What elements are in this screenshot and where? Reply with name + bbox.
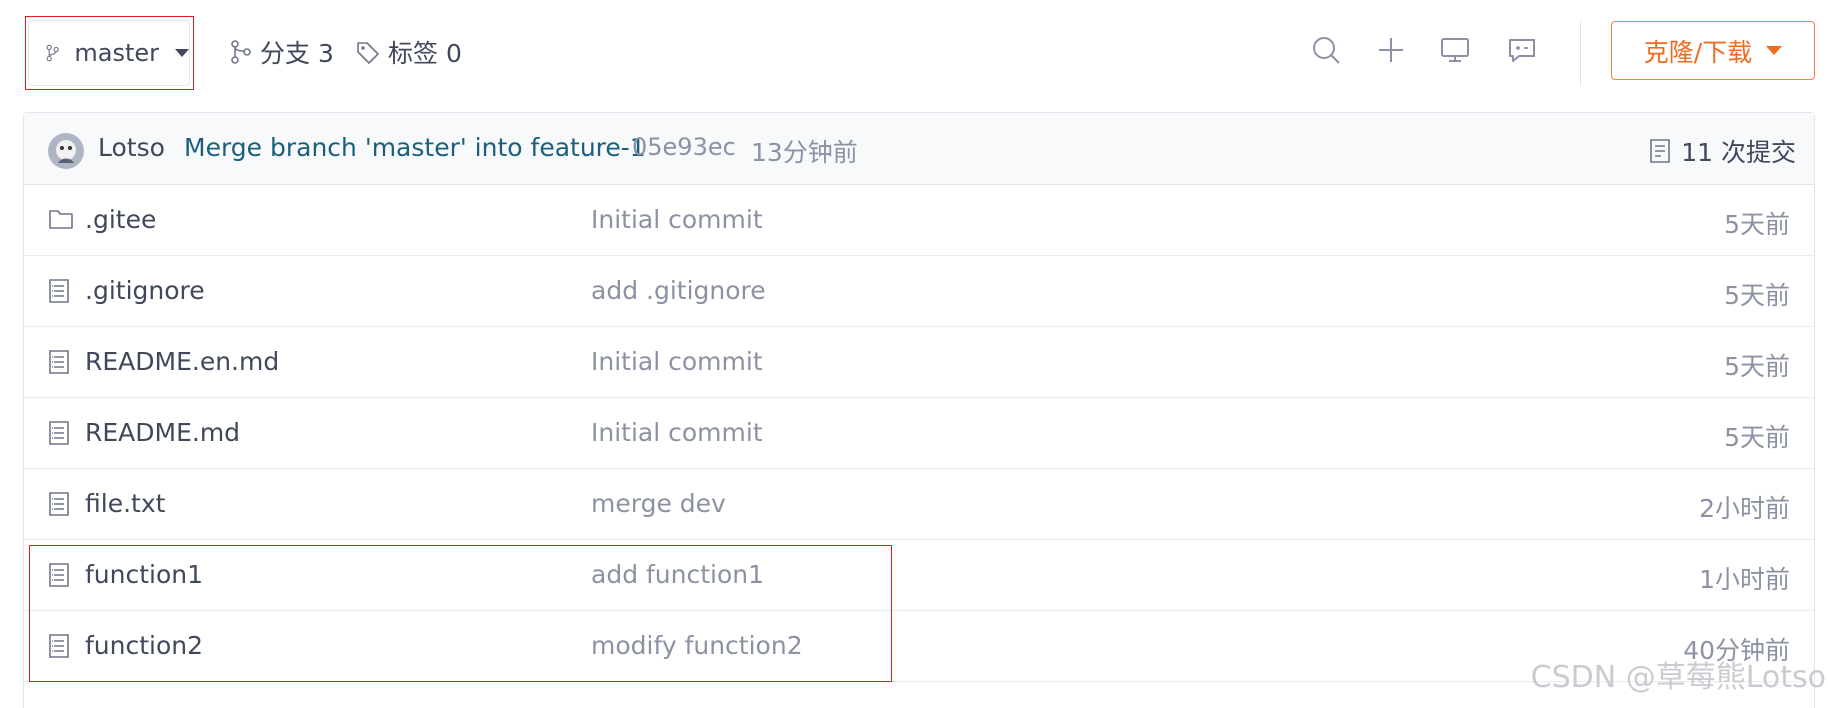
- file-commit-message[interactable]: add function1: [591, 560, 764, 589]
- watermark: CSDN @草莓熊Lotso: [1530, 660, 1826, 695]
- avatar[interactable]: [48, 133, 84, 169]
- file-commit-time: 5天前: [1724, 352, 1790, 381]
- file-commit-message[interactable]: Initial commit: [591, 347, 763, 376]
- file-commit-time: 5天前: [1724, 210, 1790, 239]
- folder-icon: [48, 207, 74, 233]
- monitor-icon[interactable]: [1437, 32, 1473, 68]
- file-icon: [48, 562, 74, 588]
- search-icon[interactable]: [1308, 32, 1344, 68]
- tag-icon: [357, 42, 379, 64]
- commit-hash[interactable]: 05e93ec: [632, 133, 736, 161]
- file-name-link[interactable]: function2: [85, 631, 203, 660]
- commit-time: 13分钟前: [751, 138, 858, 167]
- file-list-panel: Lotso Merge branch 'master' into feature…: [23, 112, 1815, 708]
- commit-message-link[interactable]: Merge branch 'master' into feature-1: [184, 133, 646, 162]
- clone-label: 克隆/下载: [1643, 37, 1753, 67]
- file-commit-time: 5天前: [1724, 423, 1790, 452]
- file-name-link[interactable]: file.txt: [85, 489, 165, 518]
- file-commit-message[interactable]: Initial commit: [591, 418, 763, 447]
- file-icon: [48, 278, 74, 304]
- file-commit-time: 1小时前: [1699, 565, 1790, 594]
- file-icon: [48, 633, 74, 659]
- branch-icon: [46, 44, 59, 62]
- clone-download-button[interactable]: 克隆/下载: [1611, 21, 1815, 80]
- table-row[interactable]: .gitignore add .gitignore 5天前: [24, 256, 1814, 327]
- chevron-down-icon: [175, 49, 189, 57]
- toolbar-divider: [1580, 20, 1581, 86]
- branches-count: 分支 3: [260, 39, 334, 68]
- file-name-link[interactable]: README.en.md: [85, 347, 279, 376]
- file-icon: [48, 491, 74, 517]
- file-commit-message[interactable]: merge dev: [591, 489, 726, 518]
- table-row[interactable]: README.en.md Initial commit 5天前: [24, 327, 1814, 398]
- repo-toolbar: master 分支 3 标签 0 克隆/下载: [0, 0, 1828, 110]
- comment-icon[interactable]: [1504, 32, 1540, 68]
- file-name-link[interactable]: function1: [85, 560, 203, 589]
- chevron-down-icon: [1766, 46, 1783, 55]
- file-commit-time: 2小时前: [1699, 494, 1790, 523]
- file-icon: [48, 349, 74, 375]
- commit-count: 11 次提交: [1681, 138, 1796, 167]
- file-icon: [48, 420, 74, 446]
- file-name-link[interactable]: .gitignore: [85, 276, 205, 305]
- table-row[interactable]: README.md Initial commit 5天前: [24, 398, 1814, 469]
- branches-link[interactable]: 分支 3: [230, 34, 334, 70]
- branch-selector[interactable]: master: [28, 20, 190, 86]
- commit-count-link[interactable]: 11 次提交: [1649, 133, 1796, 169]
- file-commit-message[interactable]: modify function2: [591, 631, 803, 660]
- plus-icon[interactable]: [1373, 32, 1409, 68]
- tags-count: 标签 0: [388, 39, 462, 68]
- table-row[interactable]: file.txt merge dev 2小时前: [24, 469, 1814, 540]
- file-commit-time: 5天前: [1724, 281, 1790, 310]
- branch-name: master: [74, 39, 159, 67]
- latest-commit-bar: Lotso Merge branch 'master' into feature…: [24, 113, 1814, 185]
- file-commit-message[interactable]: Initial commit: [591, 205, 763, 234]
- file-commit-message[interactable]: add .gitignore: [591, 276, 766, 305]
- commit-author[interactable]: Lotso: [98, 133, 165, 162]
- table-row[interactable]: .gitee Initial commit 5天前: [24, 185, 1814, 256]
- tags-link[interactable]: 标签 0: [356, 34, 462, 70]
- file-name-link[interactable]: README.md: [85, 418, 240, 447]
- commits-icon: [1650, 139, 1671, 163]
- file-name-link[interactable]: .gitee: [85, 205, 156, 234]
- branches-icon: [231, 40, 251, 64]
- table-row[interactable]: function1 add function1 1小时前: [24, 540, 1814, 611]
